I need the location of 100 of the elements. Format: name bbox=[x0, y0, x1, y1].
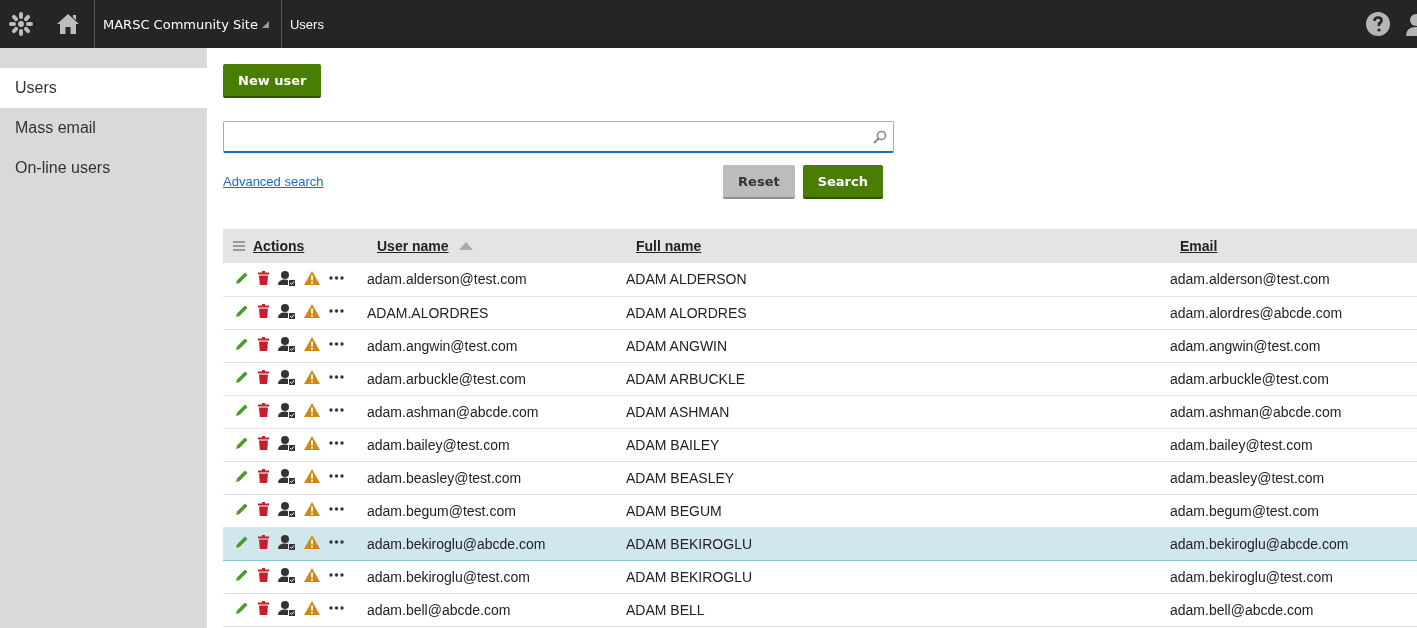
user-check-icon[interactable] bbox=[278, 270, 295, 286]
user-check-icon[interactable] bbox=[278, 303, 295, 319]
table-cell: adam.arbuckle@test.com bbox=[367, 370, 526, 387]
search-button[interactable]: Search bbox=[802, 165, 883, 197]
trash-icon[interactable] bbox=[258, 469, 269, 484]
trash-icon[interactable] bbox=[258, 337, 269, 352]
trash-icon[interactable] bbox=[258, 271, 269, 285]
table-cell: ADAM BEASLEY bbox=[626, 469, 735, 486]
sidebar-item[interactable]: On-line users bbox=[0, 148, 207, 188]
column-header[interactable]: Full name bbox=[636, 238, 702, 254]
table-cell: adam.arbuckle@test.com bbox=[1170, 370, 1329, 387]
table-row[interactable]: adam.alderson@test.com ADAM ALDERSON adam.alderson@test.com bbox=[223, 263, 1417, 296]
pencil-icon[interactable] bbox=[235, 271, 249, 285]
column-header[interactable]: Actions bbox=[253, 238, 305, 254]
warning-icon[interactable] bbox=[304, 469, 320, 484]
trash-icon[interactable] bbox=[258, 403, 269, 418]
asterisk-logo-icon[interactable] bbox=[8, 11, 34, 37]
pencil-icon[interactable] bbox=[235, 568, 249, 583]
user-check-icon[interactable] bbox=[278, 435, 295, 451]
warning-icon[interactable] bbox=[304, 535, 320, 550]
trash-icon[interactable] bbox=[258, 370, 269, 385]
user-check-icon[interactable] bbox=[278, 501, 295, 517]
warning-icon[interactable] bbox=[304, 304, 320, 319]
trash-icon[interactable] bbox=[258, 436, 269, 451]
pencil-icon[interactable] bbox=[235, 304, 249, 319]
table-cell: adam.alderson@test.com bbox=[1170, 271, 1330, 288]
warning-icon[interactable] bbox=[304, 337, 320, 352]
user-check-icon[interactable] bbox=[278, 402, 295, 418]
table-row[interactable]: adam.begum@test.com ADAM BEGUM adam.begum@test.com bbox=[223, 494, 1417, 527]
pencil-icon[interactable] bbox=[235, 403, 249, 418]
advanced-search-link[interactable]: Advanced search bbox=[223, 173, 324, 189]
more-icon[interactable] bbox=[329, 309, 344, 314]
trash-icon[interactable] bbox=[258, 601, 269, 616]
user-check-icon[interactable] bbox=[278, 534, 295, 550]
table-row[interactable]: adam.bailey@test.com ADAM BAILEY adam.bailey@test.com bbox=[223, 428, 1417, 461]
table-row[interactable]: adam.bell@abcde.com ADAM BELL adam.bell@abcde.com bbox=[223, 593, 1417, 626]
pencil-icon[interactable] bbox=[235, 436, 249, 451]
trash-icon[interactable] bbox=[258, 304, 269, 319]
search-icon bbox=[873, 129, 887, 144]
pencil-icon[interactable] bbox=[235, 337, 249, 352]
warning-icon[interactable] bbox=[304, 370, 320, 385]
table-cell: ADAM BEKIROGLU bbox=[626, 535, 753, 552]
table-row[interactable]: adam.arbuckle@test.com ADAM ARBUCKLE adam.arbuckle@test.com bbox=[223, 362, 1417, 395]
reset-button[interactable]: Reset bbox=[723, 165, 795, 197]
more-icon[interactable] bbox=[329, 441, 344, 446]
more-icon[interactable] bbox=[329, 375, 344, 380]
table-cell: ADAM ARBUCKLE bbox=[626, 370, 746, 387]
column-header[interactable]: User name bbox=[377, 238, 473, 254]
table-cell: ADAM ANGWIN bbox=[626, 337, 728, 354]
sidebar-item[interactable]: Users bbox=[0, 68, 207, 108]
more-icon[interactable] bbox=[329, 540, 344, 545]
breadcrumb[interactable]: Users bbox=[281, 16, 332, 32]
more-icon[interactable] bbox=[329, 342, 344, 347]
warning-icon[interactable] bbox=[304, 601, 320, 616]
sort-ascending-icon bbox=[458, 242, 473, 250]
table-cell: adam.bekiroglu@test.com bbox=[367, 568, 530, 585]
table-cell: adam.bailey@test.com bbox=[367, 436, 510, 453]
warning-icon[interactable] bbox=[304, 271, 320, 285]
pencil-icon[interactable] bbox=[235, 502, 249, 517]
table-row[interactable]: adam.beasley@test.com ADAM BEASLEY adam.beasley@test.com bbox=[223, 461, 1417, 494]
warning-icon[interactable] bbox=[304, 568, 320, 583]
more-icon[interactable] bbox=[329, 276, 344, 280]
user-icon[interactable] bbox=[1404, 12, 1417, 36]
table-cell: ADAM ALORDRES bbox=[626, 304, 747, 321]
more-icon[interactable] bbox=[329, 606, 344, 611]
new-user-button[interactable]: New user bbox=[223, 64, 322, 96]
user-check-icon[interactable] bbox=[278, 600, 295, 616]
warning-icon[interactable] bbox=[304, 403, 320, 418]
warning-icon[interactable] bbox=[304, 502, 320, 517]
help-icon[interactable] bbox=[1366, 12, 1390, 36]
user-check-icon[interactable] bbox=[278, 468, 295, 484]
table-cell: adam.bell@abcde.com bbox=[1170, 601, 1314, 618]
more-icon[interactable] bbox=[329, 408, 344, 413]
warning-icon[interactable] bbox=[304, 436, 320, 451]
trash-icon[interactable] bbox=[258, 568, 269, 583]
column-header[interactable]: Email bbox=[1180, 238, 1218, 254]
pencil-icon[interactable] bbox=[235, 535, 249, 550]
caret-icon bbox=[261, 20, 269, 28]
more-icon[interactable] bbox=[329, 507, 344, 512]
sidebar-item[interactable]: Mass email bbox=[0, 108, 207, 148]
user-check-icon[interactable] bbox=[278, 336, 295, 352]
user-check-icon[interactable] bbox=[278, 369, 295, 385]
more-icon[interactable] bbox=[329, 573, 344, 578]
table-cell: adam.bailey@test.com bbox=[1170, 436, 1313, 453]
trash-icon[interactable] bbox=[258, 535, 269, 550]
home-icon[interactable] bbox=[56, 13, 80, 35]
table-row[interactable]: adam.angwin@test.com ADAM ANGWIN adam.angwin@test.com bbox=[223, 329, 1417, 362]
search-field[interactable] bbox=[223, 121, 894, 153]
table-row[interactable]: adam.ashman@abcde.com ADAM ASHMAN adam.ashman@abcde.com bbox=[223, 395, 1417, 428]
pencil-icon[interactable] bbox=[235, 370, 249, 385]
table-cell: ADAM ASHMAN bbox=[626, 403, 730, 420]
table-row[interactable]: ADAM.ALORDRES ADAM ALORDRES adam.alordres@abcde.com bbox=[223, 296, 1417, 329]
table-cell: ADAM.ALORDRES bbox=[367, 304, 489, 321]
trash-icon[interactable] bbox=[258, 502, 269, 517]
pencil-icon[interactable] bbox=[235, 601, 249, 616]
more-icon[interactable] bbox=[329, 474, 344, 479]
site-selector[interactable]: MARSC Community Site bbox=[95, 0, 281, 48]
user-check-icon[interactable] bbox=[278, 567, 295, 583]
pencil-icon[interactable] bbox=[235, 469, 249, 484]
table-row[interactable]: adam.bekiroglu@test.com ADAM BEKIROGLU adam.bekiroglu@test.com bbox=[223, 560, 1417, 593]
